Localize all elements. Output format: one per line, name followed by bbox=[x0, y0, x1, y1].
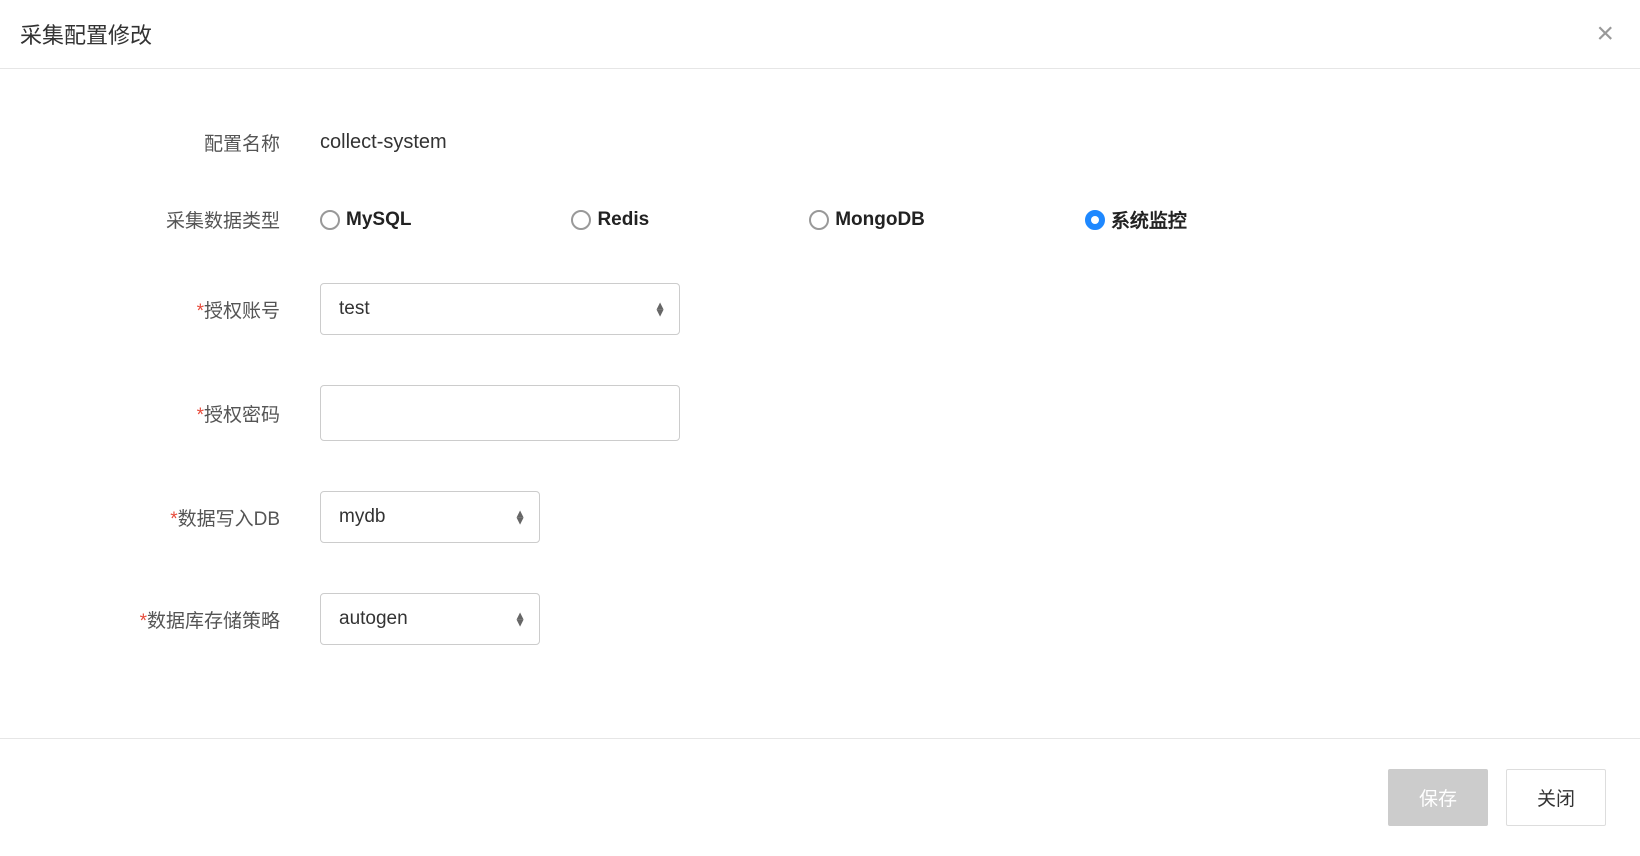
radio-circle-checked-icon bbox=[1085, 210, 1105, 230]
save-button[interactable]: 保存 bbox=[1388, 769, 1488, 826]
control-auth-password bbox=[320, 385, 1640, 441]
select-storage-policy[interactable]: autogen bbox=[320, 593, 540, 645]
radio-group-data-type: MySQL Redis MongoDB 系统监控 bbox=[320, 206, 1640, 233]
label-storage-policy-text: 数据库存储策略 bbox=[147, 611, 280, 632]
select-write-db[interactable]: mydb bbox=[320, 491, 540, 543]
select-auth-account[interactable]: test bbox=[320, 283, 680, 335]
radio-label-mongodb: MongoDB bbox=[835, 209, 925, 231]
modal-body: 配置名称 collect-system 采集数据类型 MySQL Redis bbox=[0, 69, 1640, 738]
radio-circle-icon bbox=[320, 210, 340, 230]
row-auth-password: *授权密码 bbox=[0, 385, 1640, 441]
radio-redis[interactable]: Redis bbox=[571, 209, 649, 231]
control-auth-account: test ▲▼ bbox=[320, 283, 1640, 335]
modal-footer: 保存 关闭 bbox=[0, 738, 1640, 856]
label-auth-account: *授权账号 bbox=[0, 296, 320, 323]
radio-circle-icon bbox=[571, 210, 591, 230]
row-storage-policy: *数据库存储策略 autogen ▲▼ bbox=[0, 593, 1640, 645]
close-icon[interactable]: × bbox=[1590, 19, 1620, 49]
label-auth-account-text: 授权账号 bbox=[204, 301, 280, 322]
required-marker: * bbox=[170, 509, 177, 530]
control-write-db: mydb ▲▼ bbox=[320, 491, 1640, 543]
value-config-name: collect-system bbox=[320, 131, 447, 154]
required-marker: * bbox=[197, 301, 204, 322]
control-storage-policy: autogen ▲▼ bbox=[320, 593, 1640, 645]
select-write-db-value: mydb bbox=[339, 506, 385, 528]
label-config-name: 配置名称 bbox=[0, 129, 320, 156]
label-write-db: *数据写入DB bbox=[0, 504, 320, 531]
modal-dialog: 采集配置修改 × 配置名称 collect-system 采集数据类型 MySQ… bbox=[0, 0, 1640, 856]
label-write-db-text: 数据写入DB bbox=[178, 509, 280, 530]
close-button[interactable]: 关闭 bbox=[1506, 769, 1606, 826]
row-write-db: *数据写入DB mydb ▲▼ bbox=[0, 491, 1640, 543]
label-storage-policy: *数据库存储策略 bbox=[0, 606, 320, 633]
select-storage-policy-value: autogen bbox=[339, 608, 408, 630]
radio-circle-icon bbox=[809, 210, 829, 230]
label-auth-password: *授权密码 bbox=[0, 400, 320, 427]
required-marker: * bbox=[140, 611, 147, 632]
radio-label-redis: Redis bbox=[597, 209, 649, 231]
value-config-name-wrap: collect-system bbox=[320, 131, 1640, 154]
select-auth-account-value: test bbox=[339, 298, 370, 320]
label-auth-password-text: 授权密码 bbox=[204, 405, 280, 426]
modal-title: 采集配置修改 bbox=[20, 18, 152, 50]
row-auth-account: *授权账号 test ▲▼ bbox=[0, 283, 1640, 335]
row-config-name: 配置名称 collect-system bbox=[0, 129, 1640, 156]
radio-system-monitor[interactable]: 系统监控 bbox=[1085, 206, 1187, 233]
radio-mongodb[interactable]: MongoDB bbox=[809, 209, 925, 231]
required-marker: * bbox=[197, 405, 204, 426]
modal-header: 采集配置修改 × bbox=[0, 0, 1640, 69]
input-auth-password[interactable] bbox=[320, 385, 680, 441]
row-data-type: 采集数据类型 MySQL Redis MongoDB bbox=[0, 206, 1640, 233]
label-data-type: 采集数据类型 bbox=[0, 206, 320, 233]
label-data-type-text: 采集数据类型 bbox=[166, 211, 280, 232]
radio-label-system-monitor: 系统监控 bbox=[1111, 206, 1187, 233]
radio-label-mysql: MySQL bbox=[346, 209, 411, 231]
radio-mysql[interactable]: MySQL bbox=[320, 209, 411, 231]
label-config-name-text: 配置名称 bbox=[204, 134, 280, 155]
